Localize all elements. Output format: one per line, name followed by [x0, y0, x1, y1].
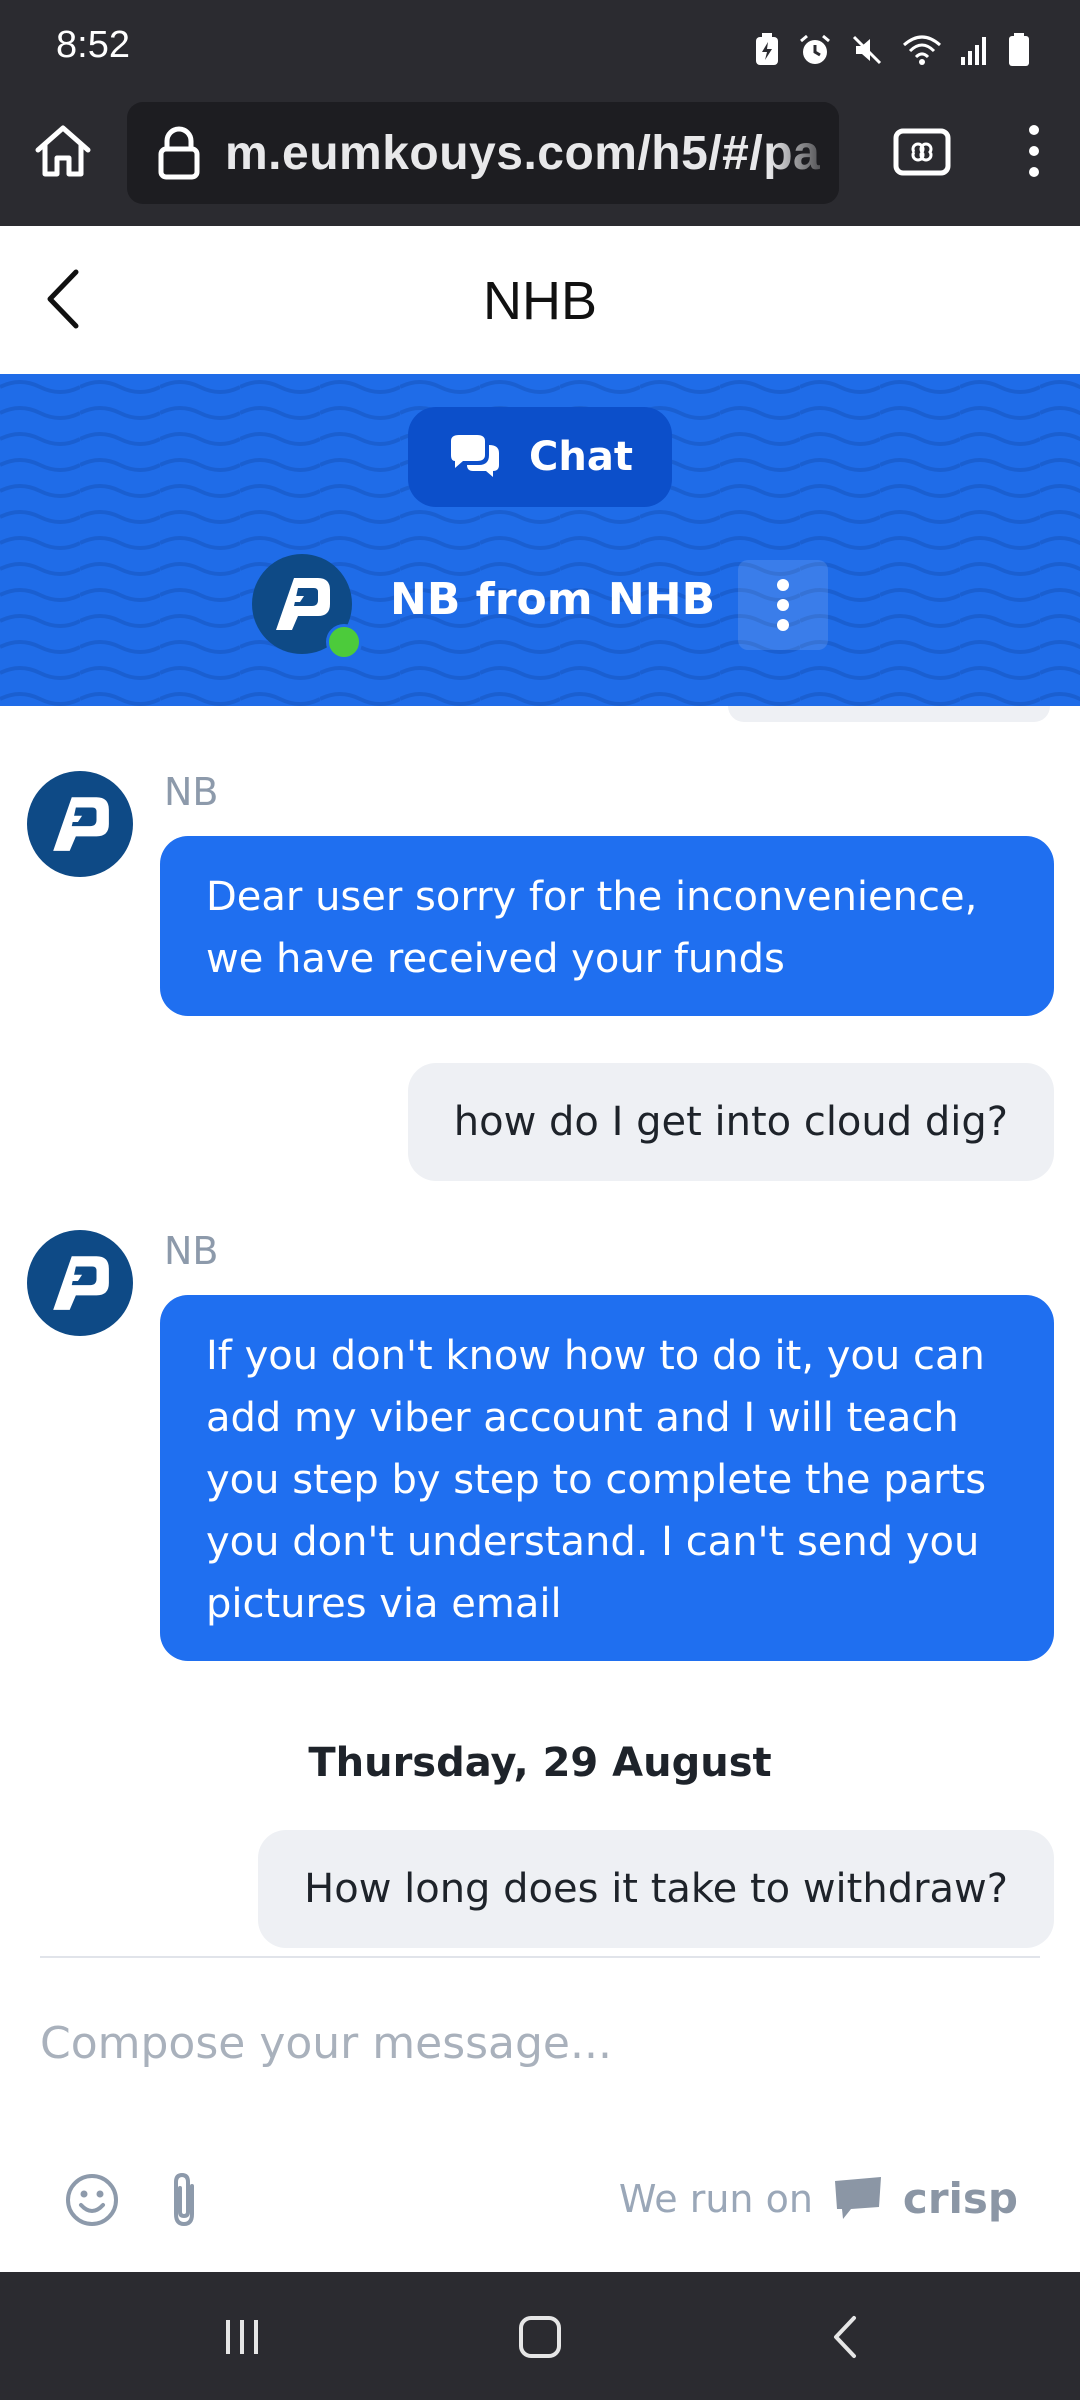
- page-title: NHB: [482, 271, 597, 331]
- operator-message: If you don't know how to do it, you can …: [160, 1295, 1054, 1661]
- agent-options-button[interactable]: [738, 560, 828, 650]
- composer-tools: [64, 2170, 204, 2230]
- system-navigation-bar: [0, 2272, 1080, 2400]
- chat-bubbles-icon: [451, 435, 500, 477]
- nhb-logo-icon: [53, 797, 109, 851]
- lock-icon: [158, 126, 200, 180]
- agent-name: NB from NHB: [390, 574, 716, 625]
- address-bar[interactable]: m.eumkouys.com/h5/#/pa: [127, 102, 839, 204]
- user-message: How long does it take to withdraw?: [258, 1830, 1054, 1948]
- attachment-icon[interactable]: [164, 2170, 204, 2230]
- emoji-icon[interactable]: [64, 2172, 120, 2228]
- battery-icon: [1009, 33, 1029, 66]
- message-input[interactable]: Compose your message...: [40, 2018, 612, 2069]
- back-nav-icon[interactable]: [822, 2312, 870, 2360]
- nhb-logo-icon: [53, 1256, 109, 1310]
- user-message: how do I get into cloud dig?: [407, 1063, 1054, 1181]
- nhb-logo-icon: [276, 578, 330, 630]
- status-icons: [754, 28, 1030, 72]
- chat-tab-button[interactable]: Chat: [408, 407, 672, 507]
- recents-icon[interactable]: [218, 2312, 266, 2360]
- chat-tab-label: Chat: [529, 434, 633, 480]
- alarm-icon: [800, 34, 830, 64]
- signal-icon: [961, 37, 986, 65]
- operator-message: Dear user sorry for the inconvenience, w…: [160, 836, 1054, 1016]
- home-nav-icon[interactable]: [516, 2312, 564, 2360]
- powered-by-text: We run on: [618, 2176, 813, 2221]
- url-text: m.eumkouys.com/h5/#/pa: [225, 126, 821, 180]
- url-fade: [769, 102, 839, 204]
- more-menu-icon[interactable]: [1016, 118, 1052, 184]
- composer-divider: [40, 1956, 1040, 1958]
- sender-name: NB: [164, 770, 219, 814]
- status-time: 8:52: [56, 24, 130, 66]
- home-icon[interactable]: [30, 118, 96, 184]
- mute-icon: [852, 35, 882, 65]
- browser-toolbar: m.eumkouys.com/h5/#/pa: [0, 98, 1080, 226]
- battery-saver-icon: [756, 33, 778, 65]
- crisp-brand: crisp: [902, 2174, 1018, 2223]
- operator-avatar: [27, 1230, 133, 1336]
- page-header: NHB: [0, 226, 1080, 374]
- dot: [777, 579, 789, 591]
- wifi-icon: [903, 35, 941, 65]
- crisp-logo-icon: [834, 2176, 881, 2219]
- dot: [777, 599, 789, 611]
- powered-by-crisp[interactable]: We run on crisp: [619, 2174, 1018, 2223]
- online-status-dot: [326, 624, 362, 660]
- dot: [777, 619, 789, 631]
- tab-switcher-icon[interactable]: [893, 128, 951, 176]
- status-bar: 8:52: [0, 0, 1080, 98]
- operator-avatar: [27, 771, 133, 877]
- chat-header-banner: Chat NB from NHB: [0, 374, 1080, 706]
- sender-name: NB: [164, 1229, 219, 1273]
- date-separator: Thursday, 29 August: [308, 1740, 772, 1786]
- previous-message-bubble: [728, 706, 1050, 722]
